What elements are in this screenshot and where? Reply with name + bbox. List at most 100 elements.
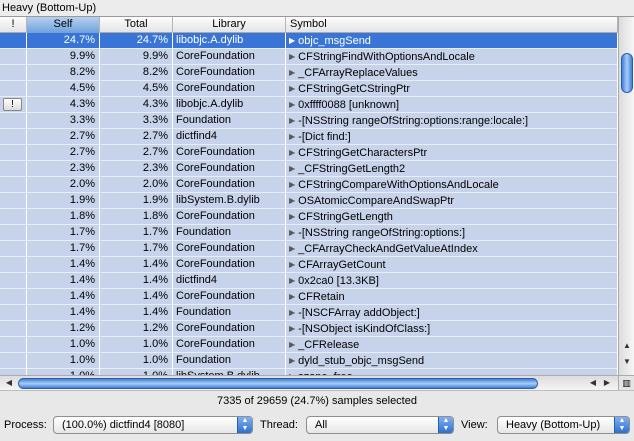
process-popup-value: (100.0%) dictfind4 [8080]	[62, 419, 185, 431]
total-percent-cell: 8.2%	[100, 65, 173, 81]
flag-badge[interactable]: !	[3, 98, 22, 111]
view-popup[interactable]: Heavy (Bottom-Up) ▲ ▼	[497, 416, 630, 434]
symbol-cell: ▶ CFStringGetCStringPtr	[286, 81, 618, 97]
disclosure-triangle-icon[interactable]: ▶	[289, 129, 295, 144]
thread-label: Thread:	[260, 419, 298, 431]
library-cell: libobjc.A.dylib	[173, 33, 286, 49]
symbol-cell: ▶ CFArrayGetCount	[286, 257, 618, 273]
flag-cell	[0, 353, 27, 369]
symbol-name: CFArrayGetCount	[298, 259, 386, 271]
library-cell: CoreFoundation	[173, 209, 286, 225]
disclosure-triangle-icon[interactable]: ▶	[289, 177, 295, 192]
disclosure-triangle-icon[interactable]: ▶	[289, 161, 295, 176]
column-header-flag[interactable]: !	[0, 17, 27, 33]
flag-cell	[0, 33, 27, 49]
horizontal-scrollbar[interactable]: ◀ ◀ ▶	[0, 375, 618, 390]
table-row[interactable]: 2.3% 2.3% CoreFoundation ▶ _CFStringGetLengt…	[0, 161, 618, 177]
self-percent-cell: 2.7%	[27, 145, 100, 161]
table-row[interactable]: 9.9% 9.9% CoreFoundation ▶ CFStringFindWithO…	[0, 49, 618, 65]
table-row[interactable]: 4.5% 4.5% CoreFoundation ▶ CFStringGetCStrin…	[0, 81, 618, 97]
total-percent-cell: 1.0%	[100, 337, 173, 353]
library-cell: dictfind4	[173, 273, 286, 289]
table-row[interactable]: 2.7% 2.7% dictfind4 ▶ -[Dict find:]	[0, 129, 618, 145]
table-row[interactable]: 1.7% 1.7% Foundation ▶ -[NSString rangeOfStr…	[0, 225, 618, 241]
symbol-name: 0xffff0088 [unknown]	[298, 99, 400, 111]
disclosure-triangle-icon[interactable]: ▶	[289, 81, 295, 96]
disclosure-triangle-icon[interactable]: ▶	[289, 145, 295, 160]
total-percent-cell: 1.7%	[100, 241, 173, 257]
table-row[interactable]: ! 4.3% 4.3% libobjc.A.dylib ▶ 0xffff0088 [unk…	[0, 97, 618, 113]
total-percent-cell: 1.7%	[100, 225, 173, 241]
disclosure-triangle-icon[interactable]: ▶	[289, 305, 295, 320]
disclosure-triangle-icon[interactable]: ▶	[289, 33, 295, 48]
flag-cell	[0, 113, 27, 129]
self-percent-cell: 1.0%	[27, 337, 100, 353]
self-percent-cell: 2.0%	[27, 177, 100, 193]
column-header-symbol[interactable]: Symbol	[286, 17, 618, 33]
table-row[interactable]: 1.4% 1.4% CoreFoundation ▶ CFArrayGetCount	[0, 257, 618, 273]
disclosure-triangle-icon[interactable]: ▶	[289, 193, 295, 208]
symbol-cell: ▶ dyld_stub_objc_msgSend	[286, 353, 618, 369]
disclosure-triangle-icon[interactable]: ▶	[289, 257, 295, 272]
process-popup[interactable]: (100.0%) dictfind4 [8080] ▲ ▼	[53, 416, 253, 434]
scroll-left-arrow-icon[interactable]: ◀	[2, 376, 16, 390]
disclosure-triangle-icon[interactable]: ▶	[289, 97, 295, 112]
table-row[interactable]: 1.0% 1.0% CoreFoundation ▶ _CFRelease	[0, 337, 618, 353]
flag-cell	[0, 193, 27, 209]
total-percent-cell: 2.0%	[100, 177, 173, 193]
table-header: ! Self Total Library Symbol	[0, 17, 618, 33]
scroll-right-arrow-icon[interactable]: ▶	[600, 376, 614, 390]
table-row[interactable]: 8.2% 8.2% CoreFoundation ▶ _CFArrayReplaceVa…	[0, 65, 618, 81]
table-row[interactable]: 2.0% 2.0% CoreFoundation ▶ CFStringCompareWi…	[0, 177, 618, 193]
table-row[interactable]: 1.7% 1.7% CoreFoundation ▶ _CFArrayCheckAndG…	[0, 241, 618, 257]
flag-cell	[0, 241, 27, 257]
vertical-scroll-thumb[interactable]	[621, 53, 633, 93]
process-label: Process:	[4, 419, 47, 431]
disclosure-triangle-icon[interactable]: ▶	[289, 49, 295, 64]
column-header-library[interactable]: Library	[173, 17, 286, 33]
disclosure-triangle-icon[interactable]: ▶	[289, 65, 295, 80]
horizontal-scroll-thumb[interactable]	[18, 378, 538, 389]
symbol-name: CFStringGetLength	[298, 211, 393, 223]
disclosure-triangle-icon[interactable]: ▶	[289, 209, 295, 224]
disclosure-triangle-icon[interactable]: ▶	[289, 353, 295, 368]
symbol-cell: ▶ _CFArrayReplaceValues	[286, 65, 618, 81]
symbol-cell: ▶ objc_msgSend	[286, 33, 618, 49]
disclosure-triangle-icon[interactable]: ▶	[289, 113, 295, 128]
table-row[interactable]: 1.2% 1.2% CoreFoundation ▶ -[NSObject isKind…	[0, 321, 618, 337]
disclosure-triangle-icon[interactable]: ▶	[289, 321, 295, 336]
table-row[interactable]: 1.4% 1.4% CoreFoundation ▶ CFRetain	[0, 289, 618, 305]
flag-cell	[0, 65, 27, 81]
disclosure-triangle-icon[interactable]: ▶	[289, 337, 295, 352]
table-row[interactable]: 1.4% 1.4% dictfind4 ▶ 0x2ca0 [13.3KB]	[0, 273, 618, 289]
table-row[interactable]: 2.7% 2.7% CoreFoundation ▶ CFStringGetCharac…	[0, 145, 618, 161]
flag-cell: !	[0, 97, 27, 113]
table-row[interactable]: 1.4% 1.4% Foundation ▶ -[NSCFArray addObject…	[0, 305, 618, 321]
disclosure-triangle-icon[interactable]: ▶	[289, 289, 295, 304]
table-row[interactable]: 1.8% 1.8% CoreFoundation ▶ CFStringGetLength	[0, 209, 618, 225]
total-percent-cell: 2.3%	[100, 161, 173, 177]
flag-cell	[0, 321, 27, 337]
disclosure-triangle-icon[interactable]: ▶	[289, 241, 295, 256]
self-percent-cell: 1.4%	[27, 257, 100, 273]
table-row[interactable]: 3.3% 3.3% Foundation ▶ -[NSString rangeOfStr…	[0, 113, 618, 129]
table-row[interactable]: 24.7% 24.7% libobjc.A.dylib ▶ objc_msgSend	[0, 33, 618, 49]
symbol-name: OSAtomicCompareAndSwapPtr	[298, 195, 455, 207]
thread-popup[interactable]: All ▲ ▼	[306, 416, 454, 434]
disclosure-triangle-icon[interactable]: ▶	[289, 225, 295, 240]
column-header-self[interactable]: Self	[27, 17, 100, 33]
scroll-left-arrow-icon-end[interactable]: ◀	[586, 376, 600, 390]
table-row[interactable]: 1.0% 1.0% Foundation ▶ dyld_stub_objc_msgSen…	[0, 353, 618, 369]
vertical-scrollbar[interactable]: ▲ ▼	[618, 17, 634, 375]
resize-corner-icon[interactable]: ▥	[618, 375, 634, 390]
symbol-name: CFStringFindWithOptionsAndLocale	[298, 51, 475, 63]
disclosure-triangle-icon[interactable]: ▶	[289, 273, 295, 288]
library-cell: Foundation	[173, 113, 286, 129]
flag-cell	[0, 145, 27, 161]
table-row[interactable]: 1.9% 1.9% libSystem.B.dylib ▶ OSAtomicCompar…	[0, 193, 618, 209]
column-header-total[interactable]: Total	[100, 17, 173, 33]
scroll-up-arrow-icon[interactable]: ▲	[620, 339, 634, 353]
flag-cell	[0, 257, 27, 273]
scroll-down-arrow-icon[interactable]: ▼	[620, 355, 634, 369]
symbol-name: CFRetain	[298, 291, 345, 303]
